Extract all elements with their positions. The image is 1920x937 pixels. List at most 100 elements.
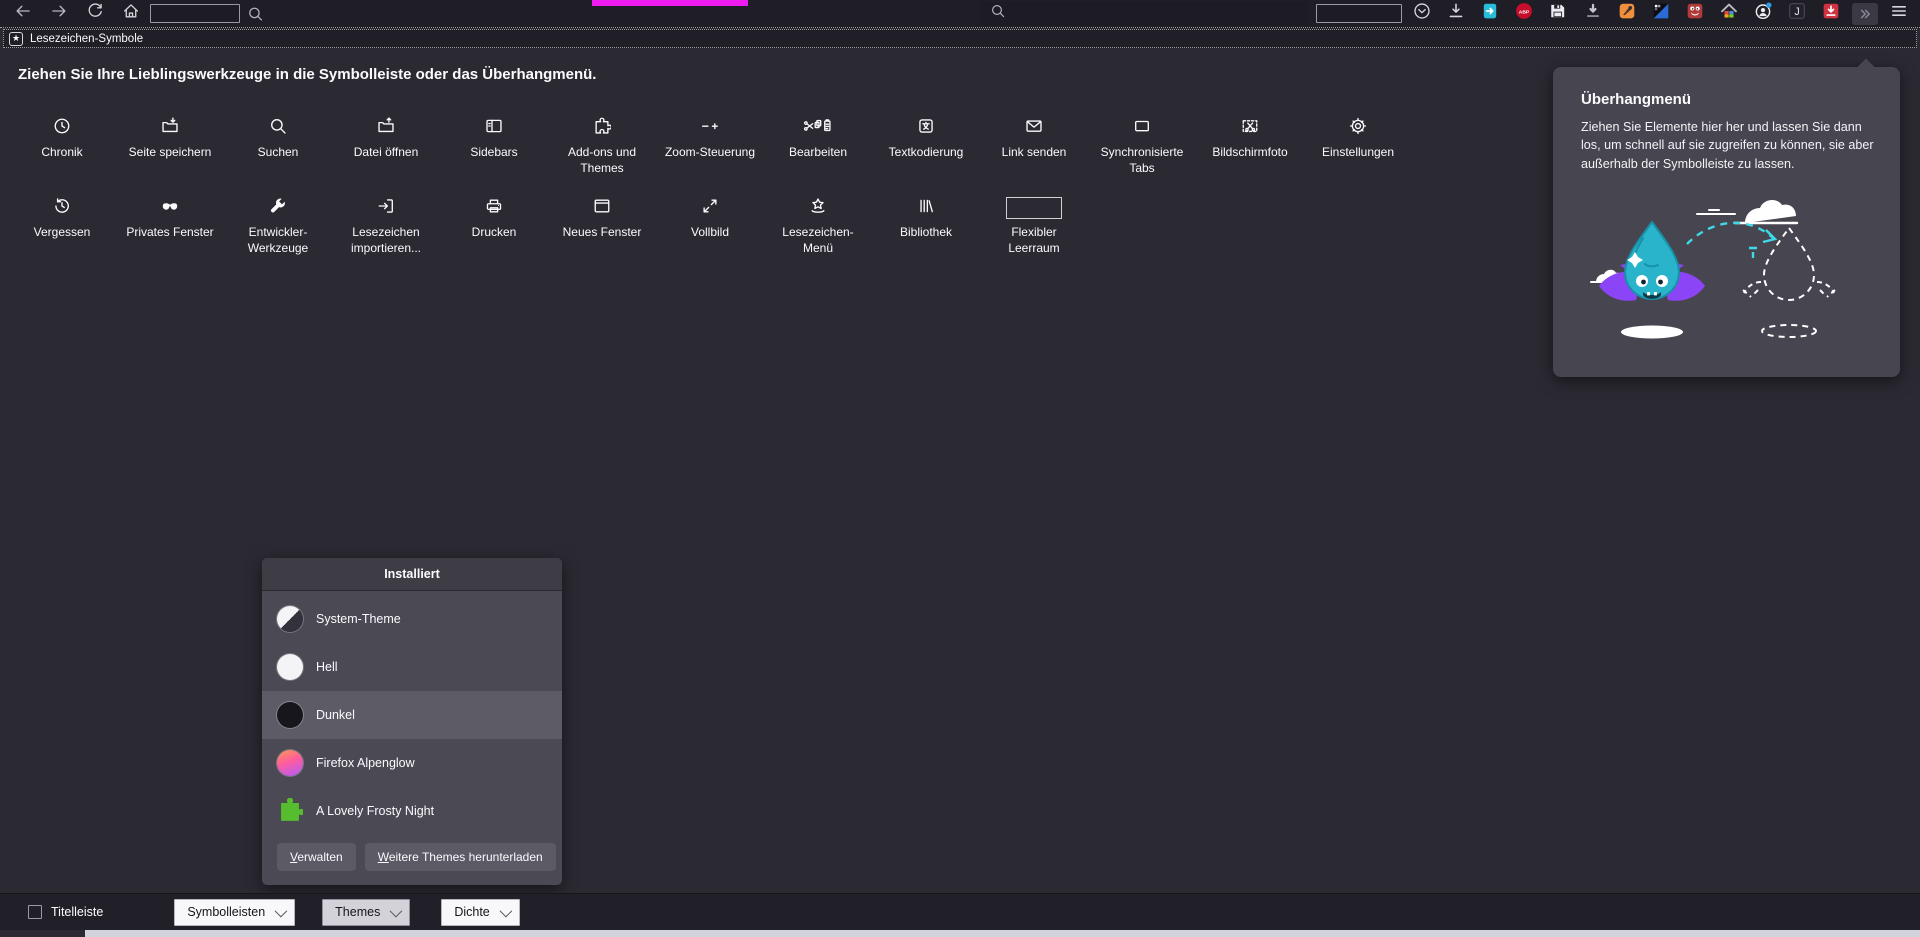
history-icon [53, 112, 71, 140]
palette-item-private-mask[interactable]: Privates Fenster [116, 192, 224, 272]
palette-item-label: Chronik [41, 145, 83, 159]
send-page-icon [1481, 2, 1499, 25]
extension-orange-button[interactable] [1610, 0, 1644, 27]
active-tab-indicator [592, 0, 748, 6]
palette-item-label: Neues Fenster [562, 225, 642, 239]
adblock-plus-button[interactable]: ABP [1507, 0, 1541, 27]
theme-option-hell[interactable]: Hell [262, 643, 562, 691]
toolbar-search-field[interactable] [150, 4, 240, 23]
browser-toolbar: ABP J [0, 0, 1920, 28]
sync-tabs-icon [1133, 112, 1151, 140]
theme-option-dunkel[interactable]: Dunkel [262, 691, 562, 739]
footer-dropdown-themes[interactable]: Themes [322, 898, 411, 926]
palette-item-sidebars[interactable]: Sidebars [440, 112, 548, 192]
footer-dropdown-symbolleisten[interactable]: Symbolleisten [174, 898, 296, 926]
search-icon [269, 112, 287, 140]
theme-option-firefox-alpenglow[interactable]: Firefox Alpenglow [262, 739, 562, 787]
chevron-down-icon [499, 904, 513, 917]
titlebar-checkbox-label: Titelleiste [51, 905, 104, 919]
print-icon [485, 192, 503, 220]
palette-item-mail[interactable]: Link senden [980, 112, 1088, 192]
footer-dropdown-dichte[interactable]: Dichte [441, 898, 520, 926]
extension-smiley-button[interactable] [1678, 0, 1712, 27]
adblock-plus-icon: ABP [1515, 2, 1533, 25]
extension-j-button[interactable]: J [1780, 0, 1814, 27]
reload-icon [85, 2, 105, 25]
palette-item-label: Textkodierung [888, 145, 964, 159]
extension-search-field[interactable] [1316, 4, 1402, 23]
palette-item-new-window[interactable]: Neues Fenster [548, 192, 656, 272]
palette-item-save-page[interactable]: Seite speichern [116, 112, 224, 192]
palette-item-zoom-controls[interactable]: Zoom-Steuerung [656, 112, 764, 192]
palette-item-fullscreen[interactable]: Vollbild [656, 192, 764, 272]
manage-themes-button[interactable]: Verwalten [277, 843, 356, 871]
address-bar[interactable] [980, 2, 1308, 25]
palette-item-addons[interactable]: Add-ons und Themes [548, 112, 656, 192]
palette-item-library[interactable]: Bibliothek [872, 192, 980, 272]
download-themes-button[interactable]: Weitere Themes herunterladen [364, 843, 556, 871]
theme-option-system-theme[interactable]: System-Theme [262, 595, 562, 643]
downloads-button[interactable] [1439, 0, 1473, 27]
palette-item-bookmarks-menu[interactable]: Lesezeichen-Menü [764, 192, 872, 272]
flexible-space-box [1006, 196, 1062, 219]
bookmarks-toolbar-label: Lesezeichen-Symbole [30, 32, 144, 45]
back-button[interactable] [8, 2, 38, 26]
palette-item-text-encoding[interactable]: Textkodierung [872, 112, 980, 192]
palette-item-sync-tabs[interactable]: Synchronisierte Tabs [1088, 112, 1196, 192]
send-page-button[interactable] [1473, 0, 1507, 27]
account-button[interactable] [1746, 0, 1780, 27]
screenshot-icon [1241, 112, 1259, 140]
palette-item-edit[interactable]: Bearbeiten [764, 112, 872, 192]
video-download-button[interactable] [1814, 0, 1848, 27]
palette-item-label: Zoom-Steuerung [664, 145, 756, 159]
palette-item-label: Datei öffnen [353, 145, 419, 159]
overflow-menu-description: Ziehen Sie Elemente hier her und lassen … [1581, 120, 1874, 171]
pocket-button[interactable] [1405, 0, 1439, 27]
palette-item-open-file[interactable]: Datei öffnen [332, 112, 440, 192]
extension-orange-icon [1618, 2, 1636, 25]
download-manager-button[interactable] [1575, 0, 1609, 27]
titlebar-option[interactable]: Titelleiste [28, 905, 103, 919]
forget-icon [53, 192, 71, 220]
extension-pixel-button[interactable] [1644, 0, 1678, 27]
palette-item-label: Flexibler Leerraum [1008, 225, 1060, 255]
menu-button[interactable] [1882, 0, 1916, 27]
palette-item-history[interactable]: Chronik [8, 112, 116, 192]
palette-item-print[interactable]: Drucken [440, 192, 548, 272]
palette-item-forget[interactable]: Vergessen [8, 192, 116, 272]
bookmark-star-icon: ★ [9, 31, 23, 46]
save-page-icon [161, 112, 179, 140]
palette-item-settings[interactable]: Einstellungen [1304, 112, 1412, 192]
mail-icon [1025, 112, 1043, 140]
palette-item-dev-tools[interactable]: Entwickler-Werkzeuge [224, 192, 332, 272]
zoom-controls-icon [697, 112, 723, 140]
forward-button[interactable] [44, 2, 74, 26]
bookmarks-toolbar-item[interactable]: ★ Lesezeichen-Symbole [3, 29, 1917, 48]
palette-item-screenshot[interactable]: Bildschirmfoto [1196, 112, 1304, 192]
extension-home-button[interactable] [1712, 0, 1746, 27]
sidebars-icon [485, 112, 503, 140]
palette-item-flexible-space[interactable]: Flexibler Leerraum [980, 192, 1088, 272]
theme-swatch-icon [277, 750, 303, 776]
search-icon[interactable] [244, 3, 266, 25]
palette-item-import-bookmarks[interactable]: Lesezeichen importieren... [332, 192, 440, 272]
theme-swatch-icon [277, 606, 303, 632]
private-mask-icon [161, 192, 179, 220]
titlebar-checkbox[interactable] [28, 905, 42, 919]
overflow-chevron-button[interactable] [1848, 0, 1882, 27]
save-disk-button[interactable] [1541, 0, 1575, 27]
theme-list: System-Theme Hell Dunkel Firefox Alpenglow A… [262, 591, 562, 843]
reload-button[interactable] [80, 2, 110, 26]
palette-item-label: Sidebars [470, 145, 518, 159]
dev-tools-icon [269, 192, 287, 220]
theme-option-a-lovely-frosty-night[interactable]: A Lovely Frosty Night [262, 787, 562, 835]
palette-item-label: Lesezeichen-Menü [782, 225, 854, 255]
home-button[interactable] [116, 2, 146, 26]
address-bar-search-icon [990, 2, 1006, 25]
forward-icon [49, 2, 69, 25]
palette-item-label: Privates Fenster [126, 225, 214, 239]
dropdown-label: Dichte [454, 905, 490, 919]
themes-popup-panel: Installiert System-Theme Hell Dunkel Firefo… [262, 558, 562, 885]
palette-item-search[interactable]: Suchen [224, 112, 332, 192]
theme-name: Hell [316, 660, 338, 674]
